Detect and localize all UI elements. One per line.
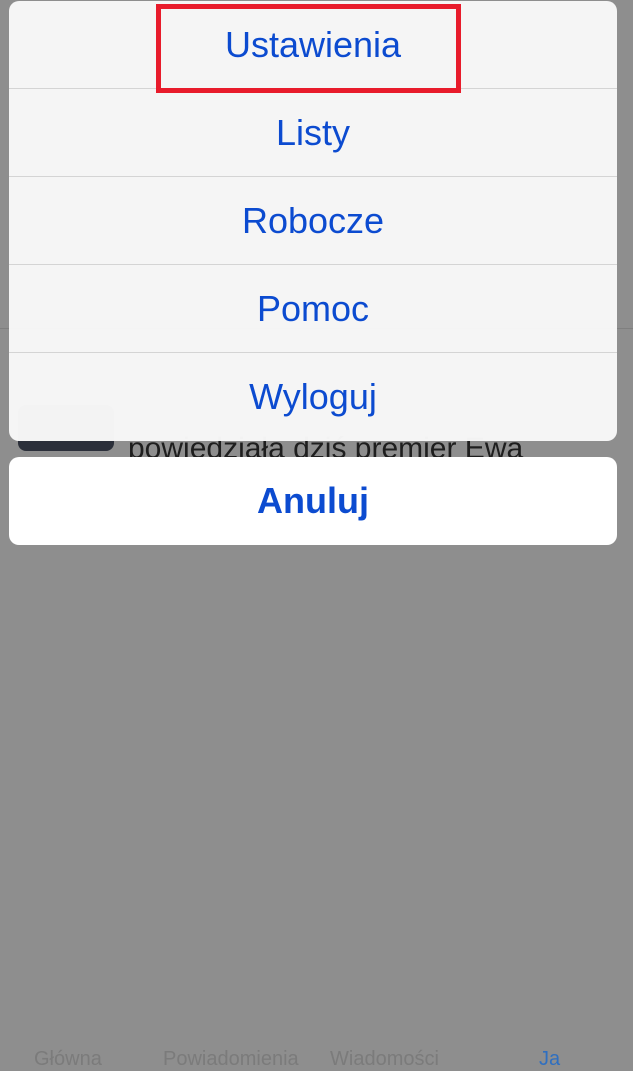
- help-option[interactable]: Pomoc: [9, 265, 617, 353]
- lists-option[interactable]: Listy: [9, 89, 617, 177]
- tab-home[interactable]: Główna: [34, 1048, 102, 1071]
- cancel-button[interactable]: Anuluj: [9, 457, 617, 545]
- settings-option[interactable]: Ustawienia: [9, 1, 617, 89]
- logout-option[interactable]: Wyloguj: [9, 353, 617, 441]
- tab-notifications[interactable]: Powiadomienia: [163, 1048, 299, 1071]
- tab-messages[interactable]: Wiadomości: [330, 1048, 439, 1071]
- tab-me[interactable]: Ja: [539, 1048, 560, 1071]
- drafts-option[interactable]: Robocze: [9, 177, 617, 265]
- action-sheet: Ustawienia Listy Robocze Pomoc Wyloguj: [9, 1, 617, 441]
